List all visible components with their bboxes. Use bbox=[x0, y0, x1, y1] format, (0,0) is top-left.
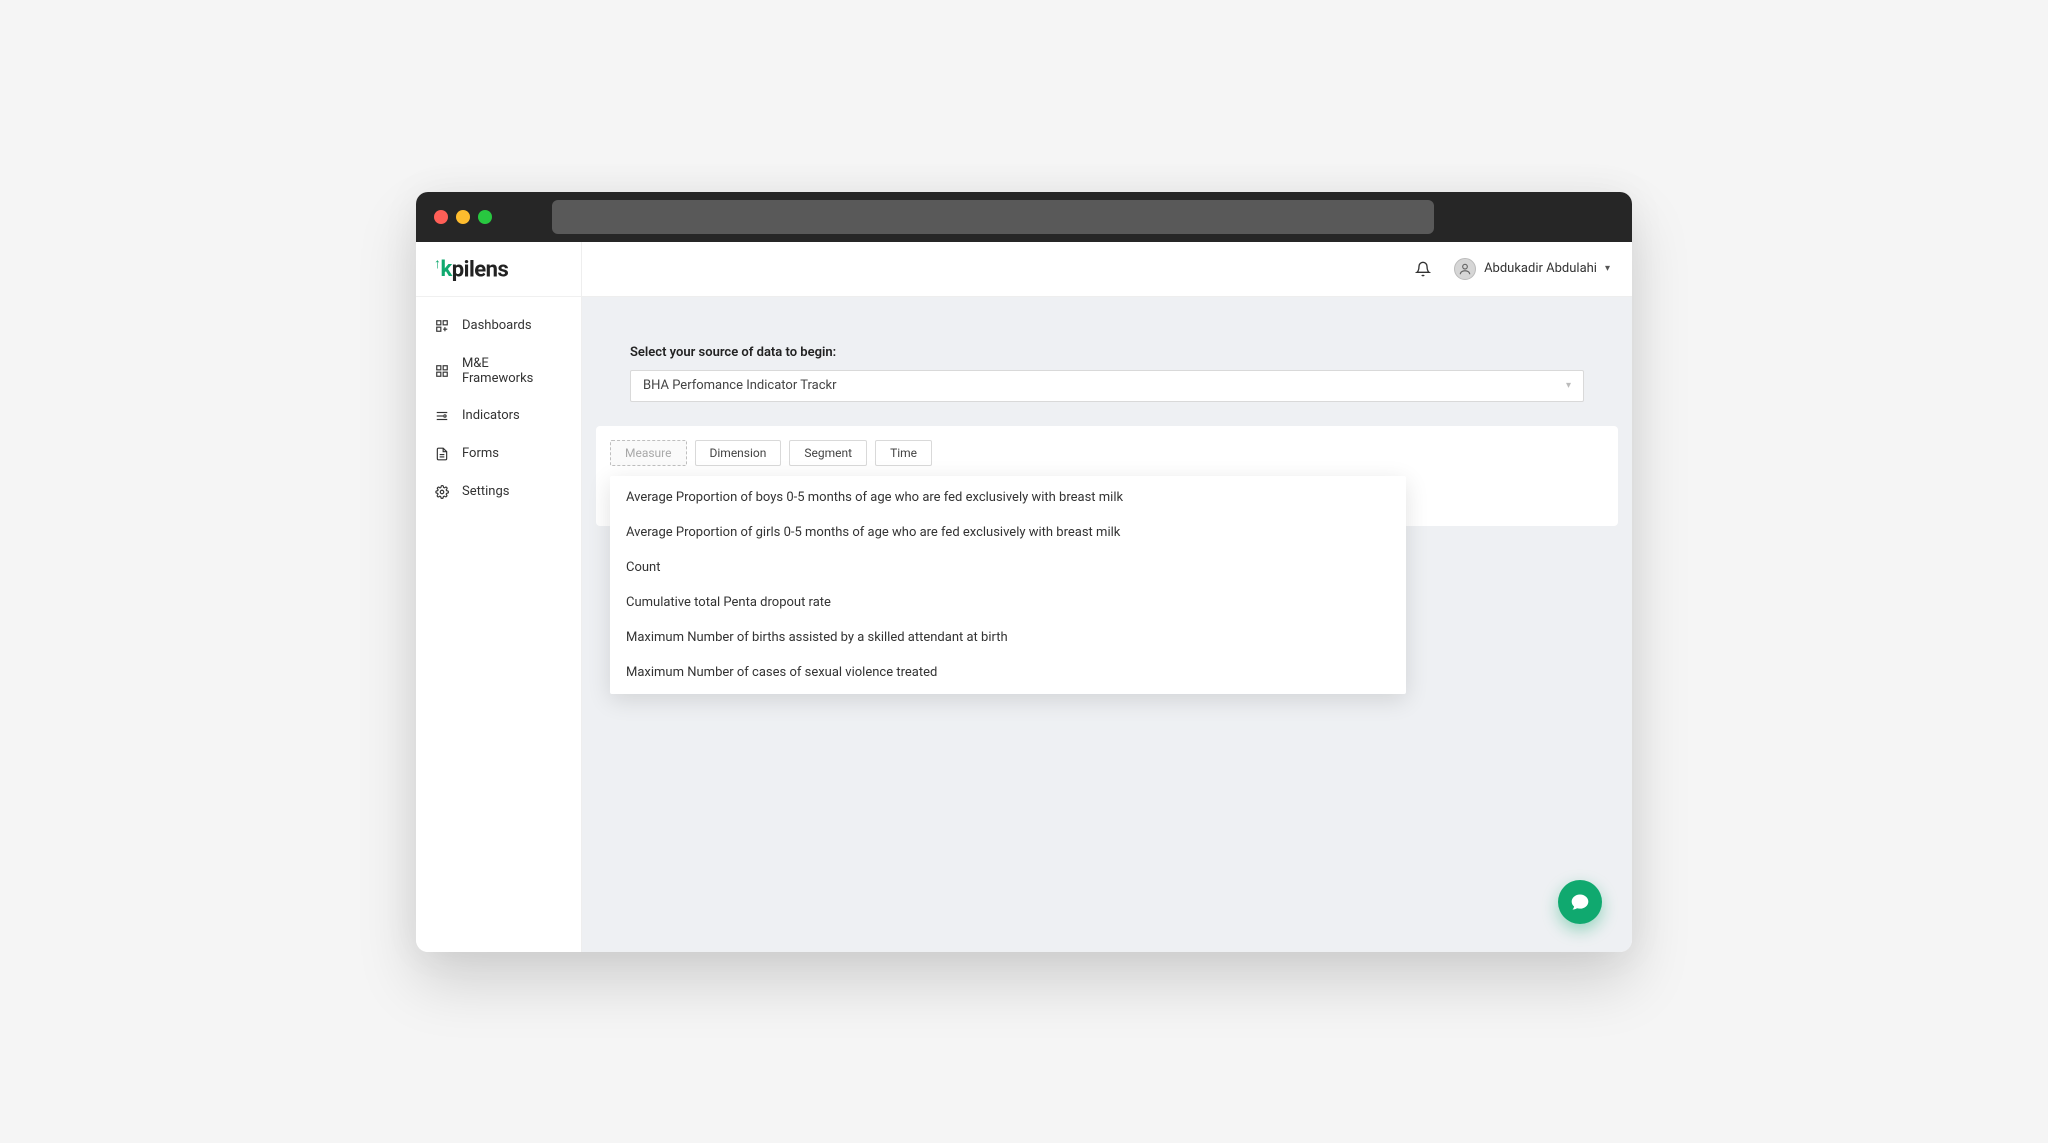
sidebar-item-settings[interactable]: Settings bbox=[416, 473, 581, 511]
content: Select your source of data to begin: BHA… bbox=[582, 297, 1632, 952]
chevron-down-icon: ▾ bbox=[1605, 263, 1610, 274]
dropdown-option[interactable]: Average Proportion of girls 0-5 months o… bbox=[610, 515, 1406, 550]
sidebar-item-label: Dashboards bbox=[462, 318, 532, 333]
sidebar-item-frameworks[interactable]: M&E Frameworks bbox=[416, 345, 581, 397]
sidebar-item-forms[interactable]: Forms bbox=[416, 435, 581, 473]
notifications-button[interactable] bbox=[1414, 260, 1432, 278]
dropdown-option[interactable]: Cumulative total Penta dropout rate bbox=[610, 585, 1406, 620]
chevron-down-icon: ▾ bbox=[1566, 380, 1571, 391]
sidebar: ↑kpilens Dashboards M&E Frameworks bbox=[416, 242, 582, 952]
chat-fab[interactable] bbox=[1558, 880, 1602, 924]
dropdown-option[interactable]: Average Proportion of boys 0-5 months of… bbox=[610, 480, 1406, 515]
window-titlebar bbox=[416, 192, 1632, 242]
browser-url-bar[interactable] bbox=[552, 200, 1434, 234]
tab-dimension[interactable]: Dimension bbox=[695, 440, 782, 466]
sidebar-item-indicators[interactable]: Indicators bbox=[416, 397, 581, 435]
gear-icon bbox=[434, 484, 450, 500]
data-source-select[interactable]: BHA Perfomance Indicator Trackr ▾ bbox=[630, 370, 1584, 402]
query-panel: Measure Dimension Segment Time Average P… bbox=[596, 426, 1618, 526]
sidebar-item-dashboards[interactable]: Dashboards bbox=[416, 307, 581, 345]
window-controls bbox=[434, 210, 492, 224]
grid-icon bbox=[434, 363, 450, 379]
tab-segment[interactable]: Segment bbox=[789, 440, 867, 466]
user-name: Abdukadir Abdulahi bbox=[1484, 261, 1597, 276]
tab-measure[interactable]: Measure bbox=[610, 440, 687, 466]
data-source-selected: BHA Perfomance Indicator Trackr bbox=[643, 378, 837, 393]
dropdown-option[interactable]: Maximum Number of cases of sexual violen… bbox=[610, 655, 1406, 690]
query-tabs: Measure Dimension Segment Time bbox=[610, 440, 1604, 466]
sidebar-item-label: M&E Frameworks bbox=[462, 356, 563, 386]
sidebar-item-label: Settings bbox=[462, 484, 509, 499]
dashboard-icon bbox=[434, 318, 450, 334]
sidebar-item-label: Indicators bbox=[462, 408, 520, 423]
tab-time[interactable]: Time bbox=[875, 440, 932, 466]
document-icon bbox=[434, 446, 450, 462]
sliders-icon bbox=[434, 408, 450, 424]
data-source-section: Select your source of data to begin: BHA… bbox=[582, 297, 1632, 426]
user-menu[interactable]: Abdukadir Abdulahi ▾ bbox=[1454, 258, 1610, 280]
sidebar-item-label: Forms bbox=[462, 446, 499, 461]
dropdown-option[interactable]: Maximum Number of births assisted by a s… bbox=[610, 620, 1406, 655]
topbar: Abdukadir Abdulahi ▾ bbox=[582, 242, 1632, 297]
window-maximize-button[interactable] bbox=[478, 210, 492, 224]
window-minimize-button[interactable] bbox=[456, 210, 470, 224]
app-body: ↑kpilens Dashboards M&E Frameworks bbox=[416, 242, 1632, 952]
dropdown-option[interactable]: Count bbox=[610, 550, 1406, 585]
main-area: Abdukadir Abdulahi ▾ Select your source … bbox=[582, 242, 1632, 952]
avatar-icon bbox=[1454, 258, 1476, 280]
brand-logo[interactable]: ↑kpilens bbox=[416, 242, 581, 297]
measure-dropdown: Average Proportion of boys 0-5 months of… bbox=[610, 476, 1406, 694]
data-source-label: Select your source of data to begin: bbox=[630, 345, 1584, 360]
window-close-button[interactable] bbox=[434, 210, 448, 224]
app-window: ↑kpilens Dashboards M&E Frameworks bbox=[416, 192, 1632, 952]
sidebar-nav: Dashboards M&E Frameworks Indicators bbox=[416, 297, 581, 511]
